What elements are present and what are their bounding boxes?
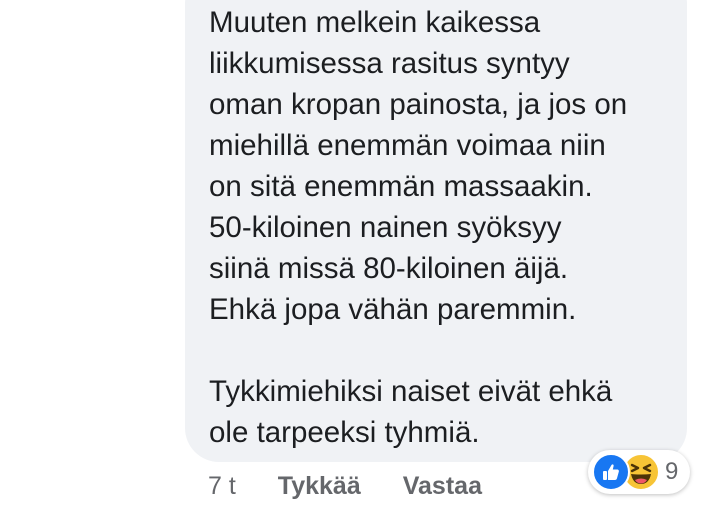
like-button[interactable]: Tykkää xyxy=(278,472,361,501)
like-icon xyxy=(592,453,630,491)
comment-timestamp[interactable]: 7 t xyxy=(208,472,236,501)
comment-text: Muuten melkein kaikessa liikkumisessa ra… xyxy=(209,6,628,449)
comment-actions: 7 t Tykkää Vastaa xyxy=(208,466,524,506)
comment-screen: Muuten melkein kaikessa liikkumisessa ra… xyxy=(0,0,720,511)
reactions-summary[interactable]: 9 xyxy=(588,450,691,494)
reaction-count: 9 xyxy=(665,458,679,485)
reply-button[interactable]: Vastaa xyxy=(403,472,482,501)
